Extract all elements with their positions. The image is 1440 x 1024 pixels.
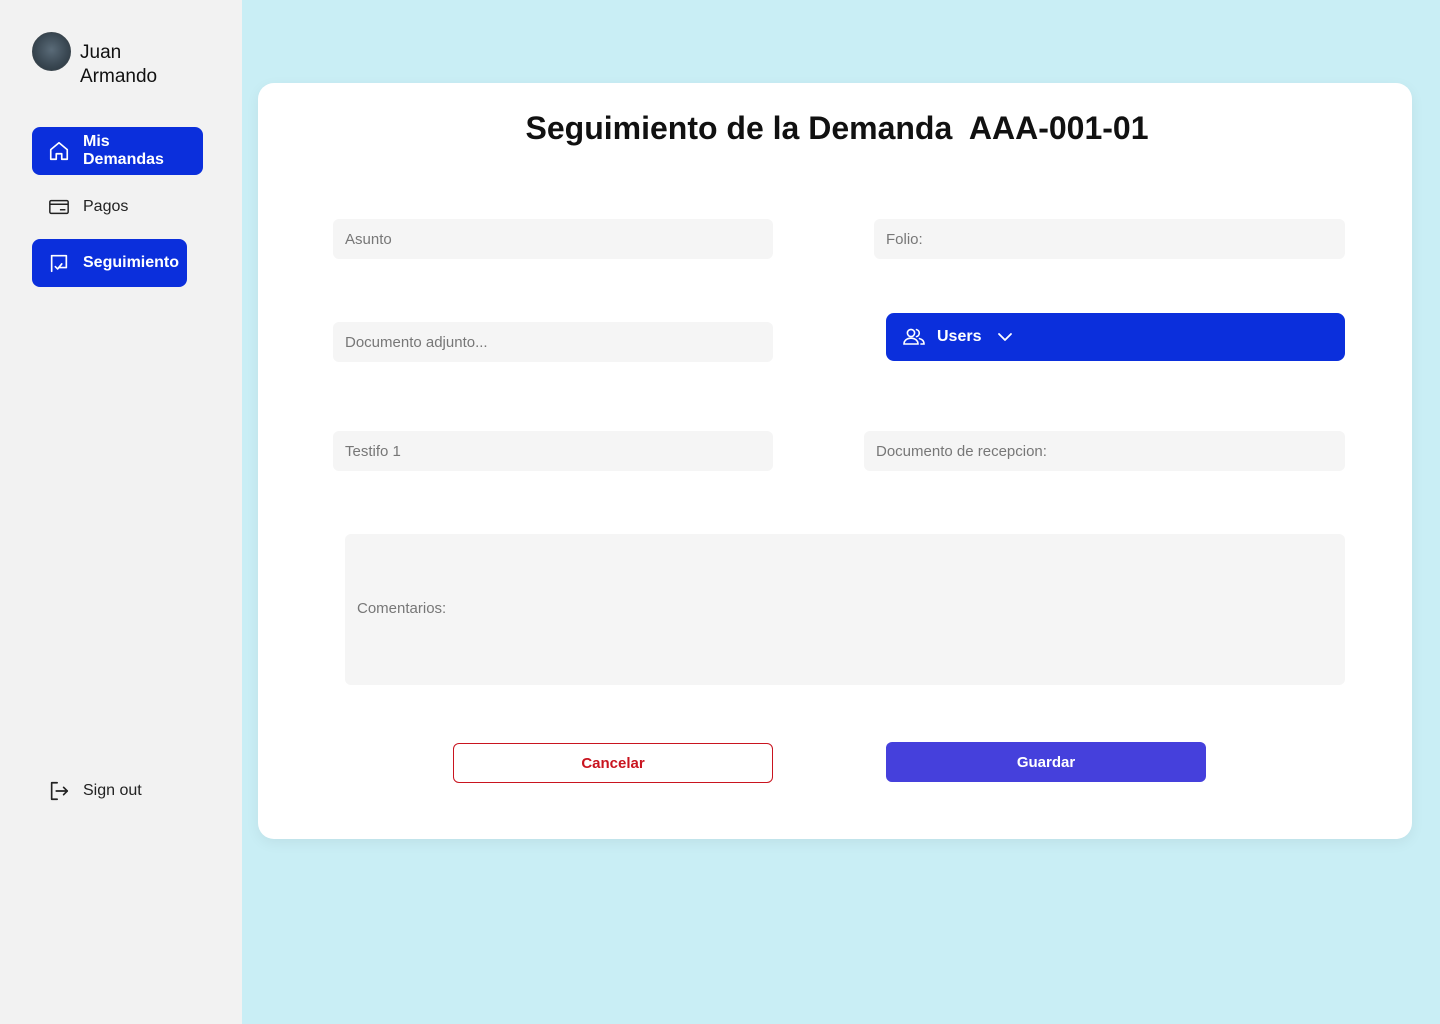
home-icon	[48, 140, 70, 162]
sidebar-item-label: Pagos	[83, 198, 129, 215]
sidebar-item-mis-demandas[interactable]: Mis Demandas	[32, 127, 203, 175]
credit-card-icon	[48, 196, 70, 218]
users-dropdown-label: Users	[937, 328, 982, 345]
sidebar-item-label: Seguimiento	[83, 254, 180, 271]
asunto-field[interactable]	[333, 219, 773, 259]
save-button[interactable]: Guardar	[886, 742, 1206, 782]
testifo-field[interactable]	[333, 431, 773, 471]
avatar[interactable]	[32, 32, 71, 71]
user-profile[interactable]: Juan Armando	[32, 32, 190, 89]
sidebar-item-seguimiento[interactable]: Seguimiento	[32, 239, 187, 287]
tracking-check-icon	[48, 252, 70, 274]
sidebar-item-pagos[interactable]: Pagos	[32, 183, 162, 231]
sidebar: Juan Armando Mis Demandas Pagos Seguimie…	[0, 0, 242, 1024]
folio-field[interactable]	[874, 219, 1345, 259]
documento-adjunto-field[interactable]	[333, 322, 773, 362]
users-dropdown[interactable]: Users	[886, 313, 1345, 361]
comentarios-field[interactable]	[345, 534, 1345, 685]
sign-out-label: Sign out	[83, 782, 142, 799]
sidebar-item-label: Mis Demandas	[83, 133, 164, 168]
users-icon	[902, 325, 926, 349]
chevron-down-icon	[997, 329, 1013, 345]
user-name: Juan Armando	[80, 42, 158, 87]
documento-recepcion-field[interactable]	[864, 431, 1345, 471]
sign-out-button[interactable]: Sign out	[32, 767, 172, 815]
cancel-button[interactable]: Cancelar	[453, 743, 773, 783]
page-title: Seguimiento de la Demanda AAA-001-01	[525, 110, 1149, 146]
tracking-form-card: Seguimiento de la Demanda AAA-001-01 Use…	[258, 83, 1412, 839]
logout-icon	[48, 780, 70, 802]
